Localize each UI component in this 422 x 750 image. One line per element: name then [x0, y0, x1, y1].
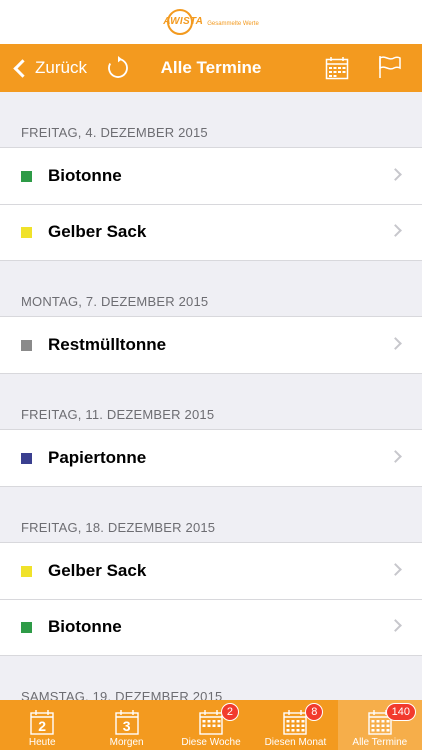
list-item[interactable]: Gelber Sack [0, 204, 422, 260]
section-date-header: SAMSTAG, 19. DEZEMBER 2015 [21, 689, 223, 700]
calendar-day-number: 2 [38, 718, 47, 734]
logo-tagline: Gesammelte Werte [207, 21, 259, 27]
section-rows: Gelber Sack Biotonne [0, 542, 422, 656]
bin-color-swatch [21, 565, 32, 577]
bin-color-swatch [21, 621, 32, 633]
count-badge: 8 [305, 703, 324, 721]
tab-diesen-monat[interactable]: 8 Diesen Monat [253, 700, 337, 750]
bin-color-swatch [21, 170, 32, 182]
section-rows: Biotonne Gelber Sack [0, 147, 422, 261]
tab-label: Alle Termine [352, 737, 408, 748]
list-item-label: Gelber Sack [48, 222, 147, 241]
calendar-day-icon: 2 [28, 706, 56, 736]
tab-bar: 2 Heute 3 Morgen 2 Diese Woche 8 Diesen Monat 14… [0, 700, 422, 750]
section-date-header: FREITAG, 11. DEZEMBER 2015 [21, 407, 215, 422]
tab-label: Diese Woche [181, 737, 241, 748]
list-item[interactable]: Gelber Sack [0, 543, 422, 599]
list-item-label: Papiertonne [48, 448, 147, 467]
chevron-right-icon [389, 563, 402, 576]
awista-logo: AWISTA Gesammelte Werte [163, 9, 259, 35]
list-item-label: Biotonne [48, 617, 122, 636]
section-date-header: MONTAG, 7. DEZEMBER 2015 [21, 294, 209, 309]
back-button[interactable]: Zurück [10, 54, 87, 82]
chevron-left-icon [13, 58, 32, 78]
logo-header: AWISTA Gesammelte Werte [0, 0, 422, 44]
list-item-label: Restmülltonne [48, 335, 167, 354]
tab-morgen[interactable]: 3 Morgen [84, 700, 168, 750]
count-badge: 140 [385, 703, 416, 721]
section-rows: Restmülltonne [0, 316, 422, 374]
chevron-right-icon [389, 337, 402, 350]
calendar-day-number: 3 [122, 718, 131, 734]
count-badge: 2 [220, 703, 239, 721]
list-item[interactable]: Restmülltonne [0, 317, 422, 373]
tab-alle-termine[interactable]: 140 Alle Termine [337, 700, 422, 750]
list-item-label: Biotonne [48, 166, 122, 185]
chevron-right-icon [389, 168, 402, 181]
bin-color-swatch [21, 452, 32, 464]
section-date-header: FREITAG, 18. DEZEMBER 2015 [21, 520, 216, 535]
list-item[interactable]: Papiertonne [0, 430, 422, 486]
chevron-right-icon [389, 450, 402, 463]
tab-label: Diesen Monat [264, 737, 327, 748]
refresh-icon[interactable] [106, 56, 130, 80]
tab-heute[interactable]: 2 Heute [0, 700, 84, 750]
bin-color-swatch [21, 226, 32, 238]
list-item[interactable]: Biotonne [0, 148, 422, 204]
section-date-header: FREITAG, 4. DEZEMBER 2015 [21, 125, 208, 140]
chevron-right-icon [389, 224, 402, 237]
app-screen: AWISTA Gesammelte Werte Zurück Alle Term… [0, 0, 422, 750]
list-item[interactable]: Biotonne [0, 599, 422, 655]
calendar-icon[interactable] [325, 56, 349, 80]
logo-mark: AWISTA [163, 9, 203, 35]
bin-color-swatch [21, 339, 32, 351]
calendar-day-icon: 3 [113, 706, 141, 736]
list-item-label: Gelber Sack [48, 561, 147, 580]
navigation-bar: Zurück Alle Termine [0, 44, 422, 92]
logo-name: AWISTA [163, 16, 204, 27]
section-rows: Papiertonne [0, 429, 422, 487]
tab-label: Morgen [109, 737, 144, 748]
tab-label: Heute [28, 737, 56, 748]
tab-diese-woche[interactable]: 2 Diese Woche [169, 700, 253, 750]
back-button-label: Zurück [35, 58, 87, 77]
chevron-right-icon [389, 619, 402, 632]
appointment-list[interactable]: FREITAG, 4. DEZEMBER 2015 Biotonne Gelber … [0, 92, 422, 700]
flag-icon[interactable] [378, 55, 402, 79]
